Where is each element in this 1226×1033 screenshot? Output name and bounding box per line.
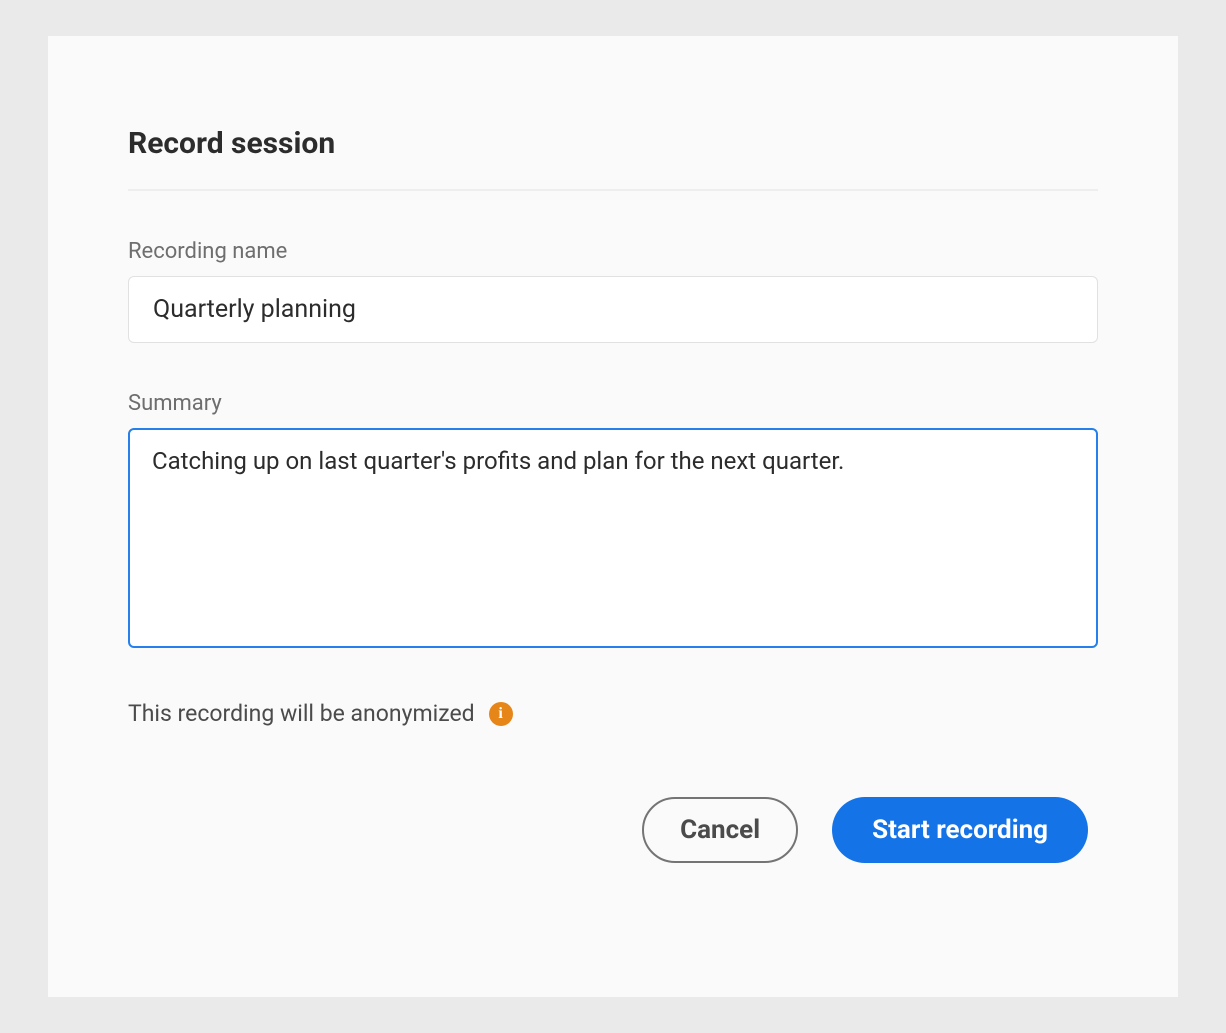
divider xyxy=(128,189,1098,191)
dialog-title: Record session xyxy=(128,126,1098,161)
start-recording-button[interactable]: Start recording xyxy=(832,797,1088,863)
dialog-button-row: Cancel Start recording xyxy=(128,797,1098,863)
cancel-button[interactable]: Cancel xyxy=(642,797,798,863)
anonymize-notice-text: This recording will be anonymized xyxy=(128,700,475,727)
summary-textarea[interactable] xyxy=(128,428,1098,648)
recording-name-label: Recording name xyxy=(128,239,1098,264)
anonymize-notice-row: This recording will be anonymized i xyxy=(128,700,1098,727)
summary-label: Summary xyxy=(128,391,1098,416)
record-session-dialog: Record session Recording name Summary Th… xyxy=(48,36,1178,997)
info-icon[interactable]: i xyxy=(489,702,513,726)
recording-name-input[interactable] xyxy=(128,276,1098,343)
